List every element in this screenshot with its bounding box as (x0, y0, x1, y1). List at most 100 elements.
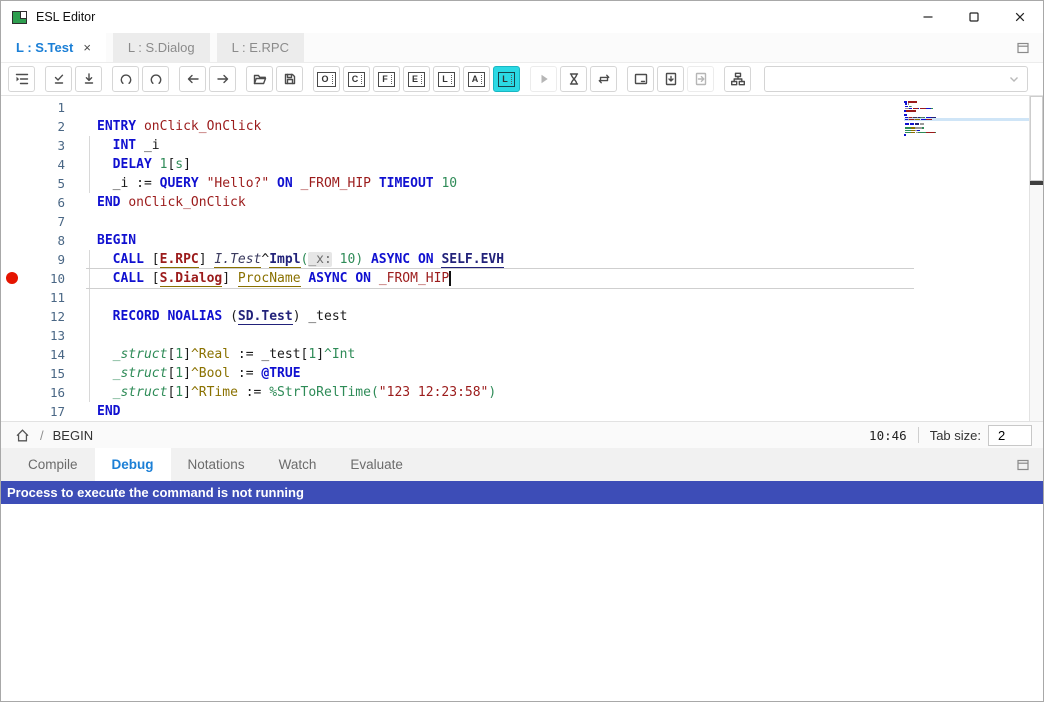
code-token: SD.Test (238, 309, 293, 325)
code-line[interactable]: _struct[1]^Real := _test[1]^Int (97, 345, 1023, 364)
marker-o-icon[interactable]: O (313, 66, 340, 92)
line-number[interactable]: 5 (21, 174, 65, 193)
chevron-down-icon[interactable] (1006, 71, 1027, 87)
code-token: "Hello?" (207, 176, 270, 191)
import-doc-icon[interactable] (657, 66, 684, 92)
code-line[interactable]: BEGIN (97, 231, 1023, 250)
code-token: "123 12:23:58" (379, 385, 489, 400)
tab-size-input[interactable] (988, 425, 1032, 446)
navigate-forward-icon[interactable] (209, 66, 236, 92)
code-token: := (230, 347, 261, 362)
hourglass-icon[interactable] (560, 66, 587, 92)
line-number[interactable]: 7 (21, 212, 65, 231)
open-file-icon[interactable] (246, 66, 273, 92)
code-line[interactable]: _i := QUERY "Hello?" ON _FROM_HIP TIMEOU… (97, 174, 1023, 193)
code-line[interactable] (97, 326, 1023, 345)
line-number[interactable]: 16 (21, 383, 65, 402)
code-token (97, 138, 113, 153)
vertical-scrollbar[interactable] (1029, 96, 1043, 421)
goto-bottom-icon[interactable] (75, 66, 102, 92)
panel-tab-watch[interactable]: Watch (262, 448, 334, 481)
code-line[interactable]: END (97, 402, 1023, 421)
code-pane[interactable]: ENTRY onClick_OnClick INT _i DELAY 1[s] … (97, 98, 1023, 421)
code-line[interactable]: INT _i (97, 136, 1023, 155)
line-number[interactable]: 10 (21, 269, 65, 288)
code-token: _i (136, 138, 159, 153)
panel-tab-debug[interactable]: Debug (95, 448, 171, 481)
line-number[interactable]: 2 (21, 117, 65, 136)
code-token (332, 252, 340, 267)
navigate-back-icon[interactable] (179, 66, 206, 92)
editor-tab-ls.test[interactable]: L : S.Test× (1, 33, 106, 62)
panel-tab-notations[interactable]: Notations (171, 448, 262, 481)
line-number[interactable]: 11 (21, 288, 65, 307)
line-number[interactable]: 4 (21, 155, 65, 174)
close-button[interactable] (997, 1, 1043, 33)
editor-tab-le.rpc[interactable]: L : E.RPC (217, 33, 304, 62)
outline-view-icon[interactable] (8, 66, 35, 92)
marker-f-icon[interactable]: F (373, 66, 400, 92)
redo-icon[interactable] (142, 66, 169, 92)
toolbar-combobox[interactable] (764, 66, 1028, 92)
panel-tab-evaluate[interactable]: Evaluate (333, 448, 420, 481)
undo-icon[interactable] (112, 66, 139, 92)
code-line[interactable]: RECORD NOALIAS (SD.Test) _test (97, 307, 1023, 326)
line-number[interactable]: 1 (21, 98, 65, 117)
marker-a-icon[interactable]: A (463, 66, 490, 92)
code-token: := (238, 385, 269, 400)
toolbar-group (724, 66, 751, 92)
line-number-gutter[interactable]: 1234567891011121314151617 (21, 98, 65, 421)
line-number[interactable]: 9 (21, 250, 65, 269)
tab-close-icon[interactable]: × (83, 40, 91, 55)
breadcrumb-item[interactable]: BEGIN (53, 428, 93, 443)
code-token (410, 252, 418, 267)
minimap[interactable] (904, 99, 1031, 299)
marker-e-icon[interactable]: E (403, 66, 430, 92)
home-icon[interactable] (14, 427, 31, 444)
breakpoint-marker[interactable] (6, 272, 18, 284)
line-number[interactable]: 13 (21, 326, 65, 345)
line-number[interactable]: 14 (21, 345, 65, 364)
code-line[interactable]: END onClick_OnClick (97, 193, 1023, 212)
marker-l-icon[interactable]: L (433, 66, 460, 92)
code-line[interactable] (97, 288, 1023, 307)
code-line[interactable]: DELAY 1[s] (97, 155, 1023, 174)
code-token: ON (277, 176, 293, 191)
save-file-icon[interactable] (276, 66, 303, 92)
code-line[interactable]: CALL [S.Dialog] ProcName ASYNC ON _FROM_… (97, 269, 1023, 288)
editor-panel-toggle-icon[interactable] (1015, 33, 1043, 62)
line-number[interactable]: 6 (21, 193, 65, 212)
bottom-panel-toggle-icon[interactable] (1015, 448, 1043, 481)
line-number[interactable]: 8 (21, 231, 65, 250)
code-line[interactable]: CALL [E.RPC] I.Test^Impl(_x: 10) ASYNC O… (97, 250, 1023, 269)
code-token (97, 309, 113, 324)
hierarchy-icon[interactable] (724, 66, 751, 92)
repeat-icon[interactable] (590, 66, 617, 92)
code-token: ASYNC (371, 252, 410, 267)
line-number[interactable]: 3 (21, 136, 65, 155)
code-token: ON (418, 252, 434, 267)
check-syntax-icon[interactable] (45, 66, 72, 92)
code-editor[interactable]: 1234567891011121314151617 ENTRY onClick_… (1, 96, 1043, 421)
marker-l-active-icon[interactable]: L (493, 66, 520, 92)
line-number[interactable]: 17 (21, 402, 65, 421)
minimize-button[interactable] (905, 1, 951, 33)
code-line[interactable]: ENTRY onClick_OnClick (97, 117, 1023, 136)
code-token: _struct (113, 366, 168, 381)
code-line[interactable] (97, 98, 1023, 117)
scrollbar-thumb[interactable] (1030, 96, 1043, 181)
code-token: CALL (113, 271, 144, 286)
line-number[interactable]: 15 (21, 364, 65, 383)
panel-layout-icon[interactable] (627, 66, 654, 92)
indent-guide (89, 250, 90, 402)
line-number[interactable]: 12 (21, 307, 65, 326)
code-token: _test (261, 347, 300, 362)
panel-tab-compile[interactable]: Compile (11, 448, 95, 481)
toolbar-combobox-input[interactable] (765, 68, 1006, 90)
code-line[interactable]: _struct[1]^RTime := %StrToRelTime("123 1… (97, 383, 1023, 402)
maximize-button[interactable] (951, 1, 997, 33)
code-line[interactable] (97, 212, 1023, 231)
editor-tab-ls.dialog[interactable]: L : S.Dialog (113, 33, 210, 62)
code-line[interactable]: _struct[1]^Bool := @TRUE (97, 364, 1023, 383)
marker-c-icon[interactable]: C (343, 66, 370, 92)
